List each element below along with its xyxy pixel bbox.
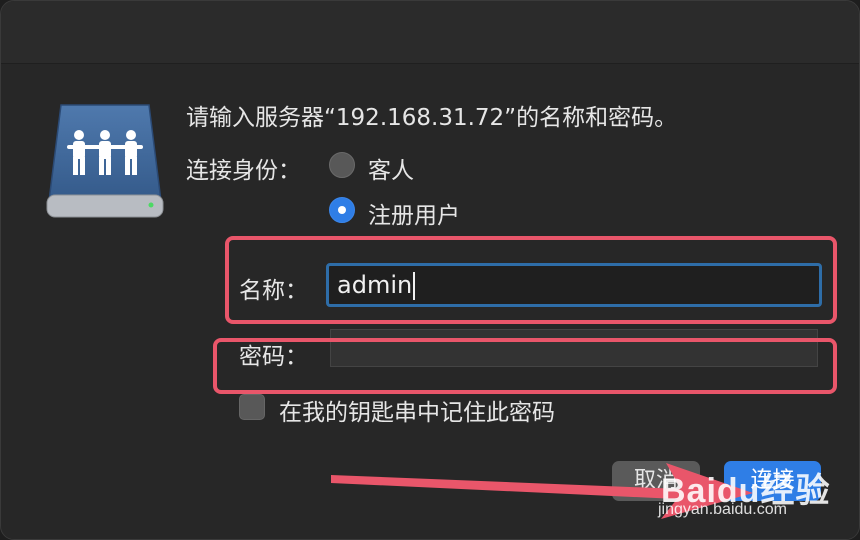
dialog-titlebar (1, 1, 859, 64)
remember-password-label[interactable]: 在我的钥匙串中记住此密码 (279, 393, 555, 427)
guest-radio[interactable] (329, 152, 355, 178)
name-highlight-box (225, 236, 837, 324)
remember-password-checkbox[interactable] (239, 394, 265, 420)
shared-server-icon (46, 104, 164, 218)
dialog-prompt: 请输入服务器“192.168.31.72”的名称和密码。 (186, 105, 678, 131)
connect-to-server-dialog: 请输入服务器“192.168.31.72”的名称和密码。 连接身份： 客人 注册… (0, 0, 860, 540)
watermark-url: jingyan.baidu.com (658, 501, 787, 518)
password-highlight-box (213, 338, 837, 394)
registered-user-radio-label[interactable]: 注册用户 (368, 196, 460, 230)
connect-as-label: 连接身份： (186, 158, 301, 184)
registered-user-radio[interactable] (329, 197, 355, 223)
guest-radio-label[interactable]: 客人 (368, 151, 414, 185)
